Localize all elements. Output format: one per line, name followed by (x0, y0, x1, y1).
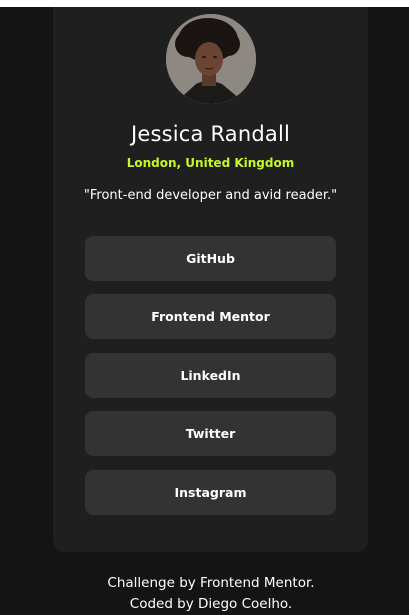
attribution-challenge[interactable]: Challenge by Frontend Mentor. (0, 573, 409, 594)
top-strip (0, 0, 409, 7)
link-linkedin-button[interactable]: LinkedIn (85, 353, 336, 398)
avatar (166, 14, 256, 104)
attribution-footer: Challenge by Frontend Mentor. Coded by D… (0, 573, 409, 615)
link-frontend-mentor-button[interactable]: Frontend Mentor (85, 294, 336, 339)
profile-bio: "Front-end developer and avid reader." (83, 188, 338, 203)
profile-location: London, United Kingdom (126, 156, 295, 170)
link-twitter-button[interactable]: Twitter (85, 411, 336, 456)
link-github-button[interactable]: GitHub (85, 236, 336, 281)
profile-name: Jessica Randall (130, 122, 291, 146)
profile-card: Jessica Randall London, United Kingdom "… (53, 7, 368, 552)
link-instagram-button[interactable]: Instagram (85, 470, 336, 515)
avatar-image (166, 14, 256, 104)
